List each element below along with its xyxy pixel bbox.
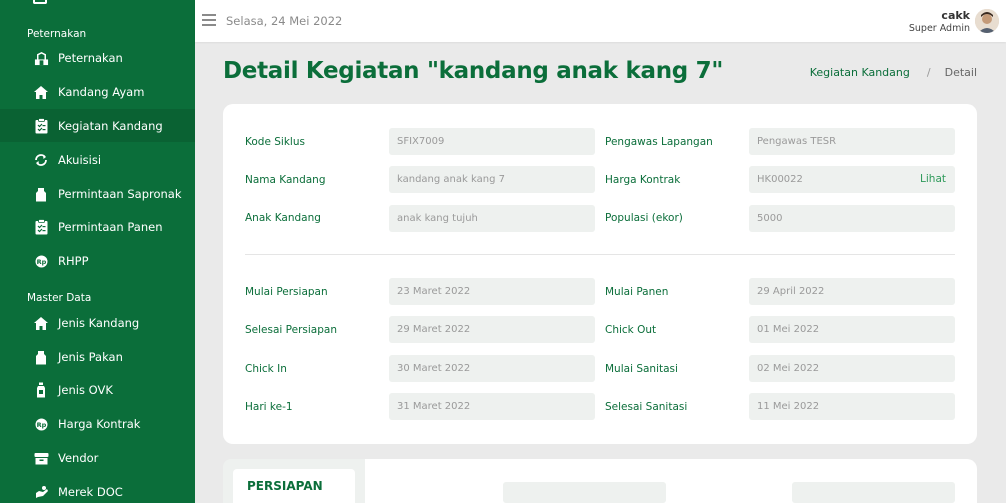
tab-content-field bbox=[503, 482, 666, 503]
sidebar-item-jenis-ovk[interactable]: Jenis OVK bbox=[0, 373, 195, 406]
selesai-sanitasi-field: 11 Mei 2022 bbox=[749, 393, 955, 420]
sidebar-item-merek-doc[interactable]: Merek DOC bbox=[0, 475, 195, 503]
detail-card: Kode Siklus SFIX7009 Pengawas Lapangan P… bbox=[223, 104, 977, 444]
sidebar-item-label: Vendor bbox=[58, 450, 99, 465]
user-role: Super Admin bbox=[908, 23, 970, 34]
sidebar-item-akuisisi[interactable]: Akuisisi bbox=[0, 143, 195, 176]
sidebar-item-vendor[interactable]: Vendor bbox=[0, 441, 195, 474]
sidebar-item-label: Jenis OVK bbox=[58, 382, 113, 397]
user-name[interactable]: cakk bbox=[941, 9, 970, 22]
kode-siklus-field: SFIX7009 bbox=[389, 128, 595, 155]
selesai-persiapan-field: 29 Maret 2022 bbox=[389, 316, 595, 343]
tab-persiapan[interactable]: PERSIAPAN bbox=[233, 469, 355, 503]
clipboard-icon bbox=[33, 118, 49, 134]
lihat-link[interactable]: Lihat bbox=[920, 166, 946, 193]
kode-siklus-label: Kode Siklus bbox=[245, 136, 305, 148]
selesai-persiapan-label: Selesai Persiapan bbox=[245, 324, 337, 336]
sidebar-item-permintaan-sapronak[interactable]: Permintaan Sapronak bbox=[0, 177, 195, 210]
clipboard-icon bbox=[33, 0, 47, 4]
mulai-panen-label: Mulai Panen bbox=[605, 286, 669, 298]
clipboard-icon bbox=[33, 219, 49, 235]
harga-kontrak-value: HK00022 bbox=[757, 174, 803, 185]
section-peternakan: Peternakan bbox=[27, 28, 87, 40]
populasi-label: Populasi (ekor) bbox=[605, 212, 683, 224]
pengawas-label: Pengawas Lapangan bbox=[605, 136, 713, 148]
bag-icon bbox=[33, 349, 49, 365]
page-title: Detail Kegiatan "kandang anak kang 7" bbox=[223, 58, 724, 84]
sidebar-item-label: Harga Kontrak bbox=[58, 416, 141, 431]
sidebar-item-label: Permintaan Sapronak bbox=[58, 186, 182, 201]
mulai-persiapan-label: Mulai Persiapan bbox=[245, 286, 328, 298]
farm-icon bbox=[33, 50, 49, 66]
sidebar-item-label: Kandang Ayam bbox=[58, 84, 145, 99]
sidebar-item-label: Akuisisi bbox=[58, 152, 102, 167]
selesai-sanitasi-label: Selesai Sanitasi bbox=[605, 401, 688, 413]
mulai-persiapan-field: 23 Maret 2022 bbox=[389, 278, 595, 305]
tab-content-field bbox=[792, 482, 955, 503]
populasi-field: 5000 bbox=[749, 205, 955, 232]
bag-icon bbox=[33, 186, 49, 202]
section-master-data: Master Data bbox=[27, 292, 92, 304]
sidebar-item-jenis-kandang[interactable]: Jenis Kandang bbox=[0, 306, 195, 339]
breadcrumb: Kegiatan Kandang / Detail bbox=[810, 66, 977, 79]
bottle-icon bbox=[33, 382, 49, 398]
anak-kandang-field: anak kang tujuh bbox=[389, 205, 595, 232]
breadcrumb-link-kegiatan-kandang[interactable]: Kegiatan Kandang bbox=[810, 66, 910, 79]
mulai-sanitasi-label: Mulai Sanitasi bbox=[605, 363, 678, 375]
sidebar-item-label: Merek DOC bbox=[58, 484, 123, 499]
sidebar-item-kegiatan-kandang[interactable]: Kegiatan Kandang bbox=[0, 109, 195, 142]
current-date: Selasa, 24 Mei 2022 bbox=[226, 14, 343, 28]
chick-in-field: 30 Maret 2022 bbox=[389, 355, 595, 382]
box-icon bbox=[33, 450, 49, 466]
sidebar-item-label: RHPP bbox=[58, 253, 89, 268]
svg-text:Rp: Rp bbox=[36, 421, 46, 429]
pengawas-field: Pengawas TESR bbox=[749, 128, 955, 155]
avatar[interactable] bbox=[975, 9, 999, 33]
sidebar-item-rhpp[interactable]: Rp RHPP bbox=[0, 244, 195, 277]
svg-text:Rp: Rp bbox=[36, 258, 46, 266]
sidebar-item-permintaan-panen[interactable]: Permintaan Panen bbox=[0, 210, 195, 243]
mulai-sanitasi-field: 02 Mei 2022 bbox=[749, 355, 955, 382]
sidebar-item-kandang-ayam[interactable]: Kandang Ayam bbox=[0, 75, 195, 108]
breadcrumb-current: Detail bbox=[944, 66, 977, 79]
sidebar-item-label: Peternakan bbox=[58, 50, 123, 65]
hand-icon bbox=[33, 484, 49, 500]
chick-out-field: 01 Mei 2022 bbox=[749, 316, 955, 343]
home-icon bbox=[33, 315, 49, 331]
rupiah-icon: Rp bbox=[33, 416, 49, 432]
sidebar-item-peternakan[interactable]: Peternakan bbox=[0, 41, 195, 74]
sidebar-item-jenis-pakan[interactable]: Jenis Pakan bbox=[0, 340, 195, 373]
home-icon bbox=[33, 84, 49, 100]
anak-kandang-label: Anak Kandang bbox=[245, 212, 321, 224]
harga-kontrak-label: Harga Kontrak bbox=[605, 174, 681, 186]
sidebar-item-harga-kontrak[interactable]: Rp Harga Kontrak bbox=[0, 407, 195, 440]
topbar: Selasa, 24 Mei 2022 cakk Super Admin bbox=[195, 0, 1006, 42]
rupiah-icon: Rp bbox=[33, 253, 49, 269]
sidebar-item-label: Kegiatan Kandang bbox=[58, 118, 163, 133]
nama-kandang-label: Nama Kandang bbox=[245, 174, 326, 186]
hari-ke-label: Hari ke-1 bbox=[245, 401, 293, 413]
sidebar: Peternakan Peternakan Kandang Ayam Kegia… bbox=[0, 0, 195, 503]
breadcrumb-separator: / bbox=[926, 66, 931, 79]
chick-out-label: Chick Out bbox=[605, 324, 657, 336]
sidebar-item-label: Jenis Pakan bbox=[58, 349, 123, 364]
chick-in-label: Chick In bbox=[245, 363, 287, 375]
sidebar-item-label: Permintaan Panen bbox=[58, 219, 163, 234]
mulai-panen-field: 29 April 2022 bbox=[749, 278, 955, 305]
harga-kontrak-field: HK00022 Lihat bbox=[749, 166, 955, 193]
nama-kandang-field: kandang anak kang 7 bbox=[389, 166, 595, 193]
menu-icon[interactable] bbox=[202, 14, 216, 26]
sidebar-item-label: Jenis Kandang bbox=[58, 315, 140, 330]
refresh-icon bbox=[33, 152, 49, 168]
divider bbox=[245, 254, 955, 255]
hari-ke-field: 31 Maret 2022 bbox=[389, 393, 595, 420]
